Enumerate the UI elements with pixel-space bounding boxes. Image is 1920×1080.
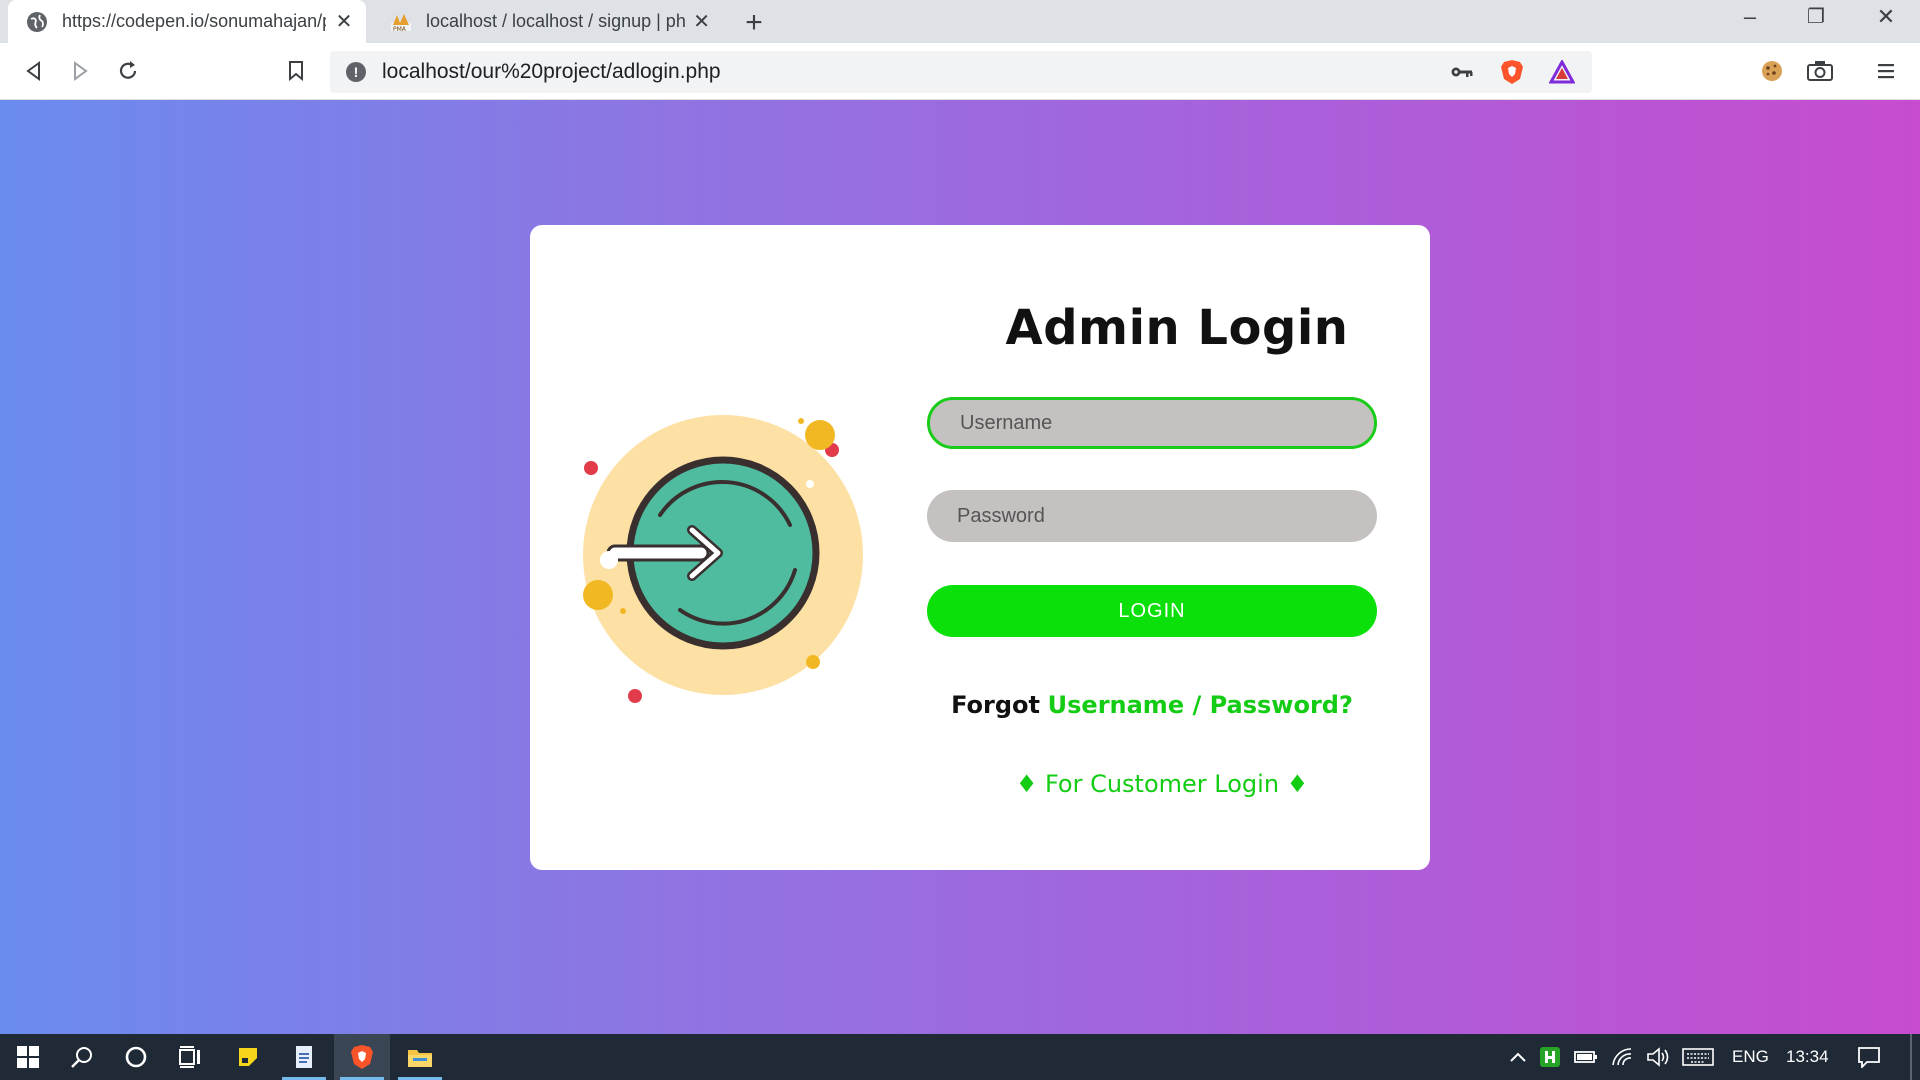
file-explorer-app[interactable] [392,1034,448,1080]
task-view-button[interactable] [162,1034,218,1080]
login-illustration [583,415,863,703]
cortana-button[interactable] [108,1034,164,1080]
search-icon [71,1047,92,1068]
address-url: localhost/our%20project/adlogin.php [382,60,721,83]
cookie-extension-button[interactable] [1752,53,1792,89]
new-tab-button[interactable]: + [738,6,770,40]
login-card: Admin Login LOGIN Forgot Username / Pass… [530,225,1430,870]
windows-logo-icon [17,1046,39,1068]
sticky-notes-app[interactable] [220,1034,276,1080]
chevron-up-icon [1510,1052,1526,1062]
document-icon [296,1046,312,1068]
page-background: Admin Login LOGIN Forgot Username / Pass… [0,100,1920,1034]
restore-button[interactable]: ❐ [1796,4,1836,29]
cookie-icon [1762,61,1782,81]
green-tray-icon [1540,1047,1560,1067]
folder-icon [408,1050,432,1067]
address-bar[interactable]: ! localhost/our%20project/adlogin.php [330,51,1592,93]
forward-button[interactable] [60,53,100,89]
forgot-credentials-link[interactable]: Username / Password? [1048,691,1353,719]
tab-close-icon[interactable]: ✕ [693,9,710,34]
browser-tab-codepen[interactable]: https://codepen.io/sonumahajan/pen ✕ [8,0,366,43]
network-tray-button[interactable] [1604,1034,1640,1080]
brave-logo-icon [351,1045,373,1069]
reload-icon [119,61,137,79]
battery-icon [1574,1051,1597,1063]
forward-icon [74,61,88,81]
wifi-icon [1612,1048,1632,1066]
show-desktop-button[interactable] [1910,1034,1912,1080]
keyboard-icon [1682,1048,1714,1066]
camera-icon [1807,61,1833,81]
browser-tab-phpmyadmin[interactable]: PMA localhost / localhost / signup | php… [372,0,722,43]
browser-toolbar: ! localhost/our%20project/adlogin.php [0,43,1920,100]
menu-button[interactable] [1866,53,1906,89]
action-center-button[interactable] [1844,1034,1894,1080]
site-info-icon[interactable]: ! [346,62,366,82]
bookmark-button[interactable] [276,53,316,89]
tab-title: https://codepen.io/sonumahajan/pen [62,11,326,31]
sticky-notes-icon [239,1048,257,1066]
speaker-icon [1647,1047,1669,1067]
back-button[interactable] [14,53,54,89]
touch-keyboard-button[interactable] [1676,1034,1720,1080]
show-hidden-icons-button[interactable] [1500,1034,1536,1080]
login-button[interactable]: LOGIN [927,585,1377,637]
cortana-icon [125,1046,147,1068]
input-language[interactable]: ENG [1732,1034,1769,1080]
forgot-prefix: Forgot [951,691,1040,719]
browser-tab-strip: https://codepen.io/sonumahajan/pen ✕ PMA… [0,0,1920,43]
screenshot-button[interactable] [1800,53,1840,89]
volume-tray-button[interactable] [1640,1034,1676,1080]
taskbar: ENG 13:34 [0,1034,1920,1080]
page-title: Admin Login [1005,300,1349,356]
search-button[interactable] [54,1034,110,1080]
reload-button[interactable] [108,53,148,89]
tab-close-icon[interactable]: ✕ [334,9,354,34]
svg-text:PMA: PMA [393,26,407,33]
minimize-button[interactable]: – [1730,4,1770,30]
close-window-button[interactable]: ✕ [1866,4,1906,30]
tray-app-green[interactable] [1532,1034,1568,1080]
notification-icon [1858,1047,1880,1068]
back-icon [26,61,40,81]
clock[interactable]: 13:34 [1786,1034,1829,1080]
brave-rewards-icon[interactable] [1542,51,1582,93]
brave-browser-app[interactable] [334,1034,390,1080]
brave-shields-icon[interactable] [1492,51,1532,93]
username-input[interactable] [927,397,1377,449]
hamburger-menu-icon [1878,64,1894,79]
battery-tray-button[interactable] [1568,1034,1604,1080]
globe-icon [26,11,48,33]
forgot-credentials: Forgot Username / Password? [927,691,1377,719]
task-view-icon [179,1046,200,1068]
password-input[interactable] [927,490,1377,542]
customer-login-link[interactable]: ♦ For Customer Login ♦ [927,770,1397,798]
key-icon[interactable] [1442,51,1482,93]
phpmyadmin-icon: PMA [390,11,412,33]
tab-title: localhost / localhost / signup | phpMyAd… [426,11,686,31]
bookmark-icon [289,61,303,82]
notepad-app[interactable] [276,1034,332,1080]
arrow-right-icon [606,544,710,562]
start-button[interactable] [0,1034,56,1080]
